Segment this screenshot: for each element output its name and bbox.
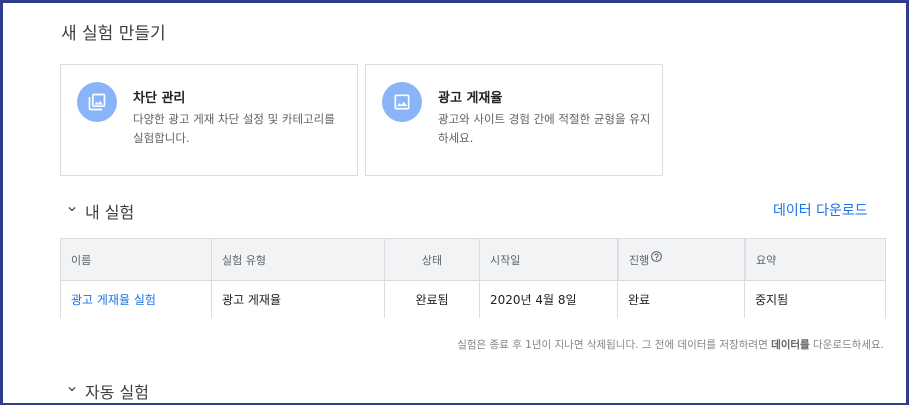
column-header-name[interactable]: 이름 — [61, 239, 211, 280]
image-icon — [394, 94, 410, 110]
progress-header-label: 진행 — [629, 253, 650, 267]
page-title: 새 실험 만들기 — [61, 24, 166, 44]
chevron-down-icon — [68, 387, 76, 392]
column-header-summary[interactable]: 요약 — [744, 239, 885, 280]
experiment-summary-cell: 중지됨 — [744, 281, 885, 318]
retention-footnote: 실험은 종료 후 1년이 지나면 삭제됩니다. 그 전에 데이터를 저장하려면 … — [457, 337, 884, 352]
card-title: 차단 관리 — [133, 91, 186, 106]
table-header: 이름 실험 유형 상태 시작일 진행 요약 — [61, 239, 885, 281]
card-description: 광고와 사이트 경험 간에 적절한 균형을 유지하세요. — [438, 112, 651, 145]
experiment-type-cell: 광고 게재율 — [211, 281, 384, 318]
experiment-name-cell: 광고 게재율 실험 — [61, 281, 211, 318]
experiment-start-date-cell: 2020년 4월 8일 — [479, 281, 617, 318]
chevron-down-icon — [68, 207, 76, 212]
column-header-type[interactable]: 실험 유형 — [211, 239, 384, 280]
footnote-prefix: 실험은 종료 후 1년이 지나면 삭제됩니다. 그 전에 데이터를 저장하려면 — [457, 339, 772, 351]
column-header-status[interactable]: 상태 — [384, 239, 479, 280]
card-icon-circle — [382, 82, 422, 122]
card-icon-circle — [77, 82, 117, 122]
experiments-table: 이름 실험 유형 상태 시작일 진행 요약 광고 게재율 실험 광고 게재율 완… — [60, 238, 886, 318]
card-description: 다양한 광고 게재 차단 설정 및 카테고리를 실험합니다. — [133, 112, 335, 145]
experiment-progress-cell: 완료 — [617, 281, 744, 318]
experiment-name-link[interactable]: 광고 게재율 실험 — [71, 291, 156, 308]
auto-experiments-toggle[interactable]: 자동 실험 — [65, 379, 149, 403]
help-icon[interactable] — [650, 250, 663, 263]
card-blocking-management[interactable]: 차단 관리 다양한 광고 게재 차단 설정 및 카테고리를 실험합니다. — [60, 64, 358, 176]
experiment-status-cell: 완료됨 — [384, 281, 479, 318]
footnote-suffix: 다운로드하세요. — [809, 339, 884, 351]
table-row: 광고 게재율 실험 광고 게재율 완료됨 2020년 4월 8일 완료 중지됨 — [61, 281, 885, 318]
page-frame: 새 실험 만들기 차단 관리 다양한 광고 게재 차단 설정 및 카테고리를 실… — [0, 0, 909, 405]
my-experiments-toggle[interactable]: 내 실험 — [65, 199, 134, 223]
card-ad-serving-rate[interactable]: 광고 게재율 광고와 사이트 경험 간에 적절한 균형을 유지하세요. — [365, 64, 663, 176]
my-experiments-heading: 내 실험 — [85, 203, 135, 222]
auto-experiments-heading: 자동 실험 — [85, 383, 149, 402]
download-data-link[interactable]: 데이터 다운로드 — [773, 200, 868, 220]
footnote-bold: 데이터를 — [771, 339, 810, 351]
column-header-progress[interactable]: 진행 — [617, 239, 744, 280]
image-icon — [88, 93, 106, 111]
card-title: 광고 게재율 — [438, 91, 503, 106]
column-header-start-date[interactable]: 시작일 — [479, 239, 617, 280]
